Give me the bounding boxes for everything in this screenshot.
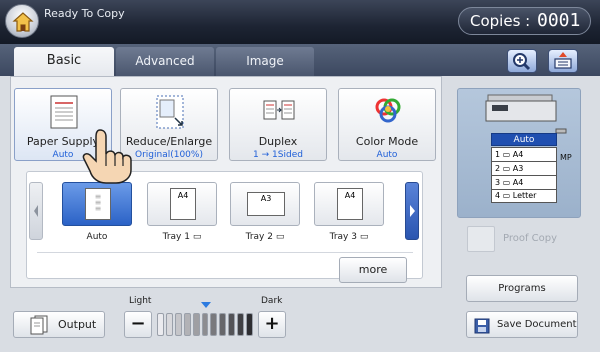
density-segment bbox=[157, 313, 164, 336]
home-icon bbox=[12, 12, 34, 32]
density-level-bar bbox=[157, 313, 253, 336]
tray-icon: ▭ bbox=[192, 232, 202, 242]
density-segment bbox=[165, 313, 173, 336]
density-increase-button[interactable]: + bbox=[258, 311, 286, 338]
more-button[interactable]: more bbox=[339, 257, 407, 283]
density-decrease-button[interactable]: − bbox=[124, 311, 152, 338]
tray-label: Auto bbox=[86, 232, 108, 242]
paper-page-icon: A4 bbox=[170, 188, 196, 220]
tray-icon: ▭ bbox=[359, 232, 369, 242]
density-segment bbox=[228, 313, 236, 336]
tray-2[interactable]: A3 bbox=[230, 182, 300, 226]
chevron-right-icon bbox=[410, 205, 415, 217]
duplex-icon bbox=[263, 100, 295, 120]
machine-tray-1: 1 ▭ A4 bbox=[492, 148, 556, 162]
machine-tray-list: 1 ▭ A4 2 ▭ A3 3 ▭ A4 4 ▭ Letter bbox=[491, 147, 557, 203]
tray-label: Tray 1 ▭ bbox=[162, 232, 202, 242]
scroll-right-button[interactable] bbox=[405, 182, 419, 240]
reduce-enlarge-icon bbox=[156, 95, 184, 129]
paper-page-icon: ≡ ≡ ≡ bbox=[85, 188, 111, 220]
copies-label: Copies : bbox=[470, 12, 531, 30]
save-document-button[interactable]: Save Document bbox=[466, 311, 578, 338]
density-light-label: Light bbox=[129, 296, 152, 306]
scroll-left-button[interactable] bbox=[29, 182, 43, 240]
duplex-value: 1 → 1Sided bbox=[253, 150, 303, 160]
tray-label: Tray 2 ▭ bbox=[245, 232, 285, 242]
color-mode-button[interactable]: Color Mode Auto bbox=[338, 88, 436, 161]
tab-basic[interactable]: Basic bbox=[14, 47, 114, 76]
machine-status-panel: Auto 1 ▭ A4 2 ▭ A3 3 ▭ A4 4 ▭ Letter MP bbox=[457, 88, 581, 218]
save-icon bbox=[474, 318, 490, 334]
machine-tray-2: 2 ▭ A3 bbox=[492, 162, 556, 176]
density-dark-label: Dark bbox=[261, 296, 283, 306]
paper-supply-tray-selector: ≡ ≡ ≡ A4 A3 A4 Auto Tray 1 ▭ Tray 2 ▭ Tray… bbox=[26, 171, 423, 283]
density-segment bbox=[192, 313, 200, 336]
divider bbox=[37, 252, 413, 253]
job-status-button[interactable] bbox=[548, 49, 578, 73]
duplex-button[interactable]: Duplex 1 → 1Sided bbox=[229, 88, 327, 161]
tray-3[interactable]: A4 bbox=[314, 182, 384, 226]
chevron-left-icon bbox=[34, 205, 38, 217]
density-control: Light Dark − + bbox=[121, 296, 291, 342]
tab-image[interactable]: Image bbox=[216, 47, 314, 76]
output-label: Output bbox=[58, 318, 97, 331]
paper-icon bbox=[50, 95, 78, 129]
job-status-icon bbox=[554, 52, 572, 69]
copies-counter[interactable]: Copies : 0001 bbox=[458, 7, 591, 35]
density-segment bbox=[210, 313, 218, 336]
tab-bar: Basic Advanced Image bbox=[0, 44, 600, 76]
hand-pointer-icon bbox=[82, 129, 132, 184]
save-document-label: Save Document bbox=[497, 319, 577, 330]
machine-tray-3: 3 ▭ A4 bbox=[492, 176, 556, 190]
zoom-button[interactable] bbox=[507, 49, 537, 73]
status-text: Ready To Copy bbox=[44, 7, 125, 20]
machine-auto-label: Auto bbox=[491, 133, 557, 146]
density-segment bbox=[201, 313, 209, 336]
density-segment bbox=[246, 313, 253, 336]
proof-copy-label: Proof Copy bbox=[503, 233, 558, 244]
output-pages-icon bbox=[30, 315, 48, 335]
output-button[interactable]: Output bbox=[13, 311, 105, 338]
programs-button[interactable]: Programs bbox=[466, 275, 578, 302]
machine-tray-4: 4 ▭ Letter bbox=[495, 191, 537, 200]
paper-page-icon: A3 bbox=[247, 192, 285, 216]
density-segment bbox=[174, 313, 182, 336]
proof-copy-checkbox bbox=[467, 226, 495, 252]
color-mode-value: Auto bbox=[376, 150, 398, 160]
density-marker-icon bbox=[201, 302, 211, 308]
density-segment bbox=[237, 313, 245, 336]
tray-icon: ▭ bbox=[275, 232, 285, 242]
paper-page-icon: A4 bbox=[337, 188, 363, 220]
tray-1[interactable]: A4 bbox=[147, 182, 217, 226]
zoom-icon bbox=[513, 53, 531, 71]
copies-count: 0001 bbox=[537, 10, 581, 31]
header-bar: Ready To Copy Copies : 0001 bbox=[0, 0, 600, 44]
density-segment bbox=[219, 313, 227, 336]
density-segment bbox=[183, 313, 191, 336]
color-wheel-icon bbox=[375, 98, 401, 123]
mp-tray-label: MP bbox=[560, 153, 572, 162]
color-mode-label: Color Mode bbox=[355, 135, 419, 148]
duplex-label: Duplex bbox=[258, 135, 298, 148]
home-button[interactable] bbox=[5, 4, 39, 38]
tab-advanced[interactable]: Advanced bbox=[116, 47, 214, 76]
tray-label: Tray 3 ▭ bbox=[329, 232, 369, 242]
tray-auto[interactable]: ≡ ≡ ≡ bbox=[62, 182, 132, 226]
proof-copy-toggle: Proof Copy bbox=[467, 226, 571, 252]
